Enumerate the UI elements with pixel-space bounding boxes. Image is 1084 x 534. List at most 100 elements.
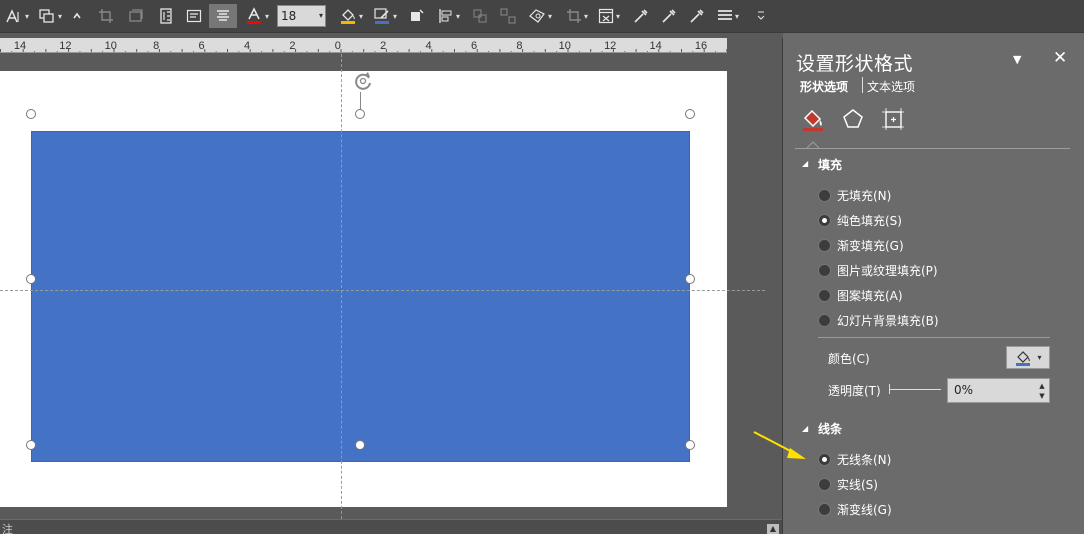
line-radio[interactable]	[818, 502, 831, 516]
fill-radio[interactable]	[818, 263, 831, 277]
fill-radio[interactable]	[818, 238, 831, 252]
transparency-slider[interactable]	[889, 389, 941, 390]
resize-handle-top-left[interactable]	[26, 109, 36, 119]
more-icon[interactable]	[754, 4, 768, 28]
fill-option[interactable]: 幻灯片背景填充(B)	[818, 312, 939, 328]
resize-handle-right[interactable]	[685, 274, 695, 284]
transparency-value: 0%	[954, 383, 974, 397]
fill-radio[interactable]	[818, 213, 831, 227]
fill-color-icon[interactable]: ▾	[336, 4, 366, 28]
collapse-icon[interactable]	[68, 4, 86, 28]
eyedropper-icon[interactable]	[630, 4, 652, 28]
vertical-guide	[341, 54, 342, 519]
ruler-label: 8	[153, 40, 159, 52]
line-radio[interactable]	[818, 477, 831, 491]
fill-color-picker[interactable]: ▾	[1006, 346, 1050, 369]
eyedropper-3-icon[interactable]	[686, 4, 708, 28]
line-option[interactable]: 渐变线(G)	[818, 501, 892, 517]
rotation-stem	[360, 92, 361, 110]
font-color-icon[interactable]: ▾	[242, 4, 272, 28]
ruler-label: 2	[289, 40, 295, 52]
ruler-label: 12	[604, 40, 616, 52]
edit-shape-icon[interactable]: ▾	[524, 4, 556, 28]
line-option[interactable]: 无线条(N)	[818, 451, 891, 467]
tab-underline	[795, 148, 1070, 149]
ruler-label: 12	[59, 40, 71, 52]
ruler-label: 14	[14, 40, 26, 52]
rotate-handle-icon[interactable]	[352, 70, 374, 92]
ruler-label: 8	[516, 40, 522, 52]
shape-effects-icon[interactable]	[406, 4, 428, 28]
align-icon[interactable]: ▾	[434, 4, 464, 28]
spin-up-icon[interactable]: ▲	[1037, 381, 1047, 391]
resize-handle-bottom[interactable]	[355, 440, 365, 450]
fill-option-label: 纯色填充(S)	[837, 213, 902, 228]
line-option-label: 渐变线(G)	[837, 502, 892, 517]
resize-handle-bottom-left[interactable]	[26, 440, 36, 450]
resize-handle-bottom-right[interactable]	[685, 440, 695, 450]
fill-option[interactable]: 图案填充(A)	[818, 287, 903, 303]
notes-label[interactable]: 注	[2, 521, 13, 534]
resize-handle-top[interactable]	[355, 109, 365, 119]
line-option-label: 实线(S)	[837, 477, 878, 492]
size-properties-icon[interactable]	[879, 105, 907, 133]
ruler-label: 6	[199, 40, 205, 52]
tab-indicator	[807, 141, 819, 149]
annotation-arrow-icon	[753, 431, 806, 459]
effects-icon[interactable]	[839, 105, 867, 133]
paint-bucket-icon	[1016, 350, 1031, 366]
text-direction-icon[interactable]: ▾	[2, 4, 32, 28]
fill-option[interactable]: 无填充(N)	[818, 187, 891, 203]
fill-radio[interactable]	[818, 313, 831, 327]
crop-icon[interactable]	[94, 4, 118, 28]
chevron-down-icon[interactable]: ▾	[319, 6, 323, 26]
color-label: 颜色(C)	[828, 352, 870, 366]
ruler-label: 16	[695, 40, 707, 52]
eyedropper-2-icon[interactable]	[658, 4, 680, 28]
textbox-icon[interactable]	[154, 4, 178, 28]
group-icon[interactable]	[468, 4, 492, 28]
rectangle-shape[interactable]	[31, 131, 690, 462]
text-box-icon[interactable]	[182, 4, 206, 28]
fill-line-icon[interactable]	[799, 105, 827, 133]
arrange-icon[interactable]: ▾	[36, 4, 64, 28]
fill-option-label: 无填充(N)	[837, 188, 892, 203]
tab-text-options[interactable]: 文本选项	[867, 78, 915, 95]
crop-shape-icon[interactable]: ▾	[562, 4, 592, 28]
ruler-label: 6	[471, 40, 477, 52]
font-size-input[interactable]: 18 ▾	[277, 5, 326, 27]
fill-option[interactable]: 纯色填充(S)	[818, 212, 902, 228]
line-section-header[interactable]: 线条	[818, 420, 842, 437]
fill-section-header[interactable]: 填充	[818, 156, 842, 173]
ungroup-icon[interactable]	[496, 4, 520, 28]
ruler-label: 2	[380, 40, 386, 52]
fill-radio[interactable]	[818, 288, 831, 302]
resize-handle-top-right[interactable]	[685, 109, 695, 119]
line-style-icon[interactable]: ▾	[712, 4, 744, 28]
ruler-ticks: 14 12 10 8 6 4 2 0 2 4 6 8 10 12 14 16	[0, 40, 727, 52]
line-option[interactable]: 实线(S)	[818, 476, 878, 492]
replace-picture-icon[interactable]	[124, 4, 148, 28]
picture-format-icon[interactable]: ▾	[594, 4, 624, 28]
line-radio[interactable]	[818, 452, 831, 466]
font-size-value: 18	[281, 9, 297, 23]
fill-option[interactable]: 渐变填充(G)	[818, 237, 904, 253]
slide-canvas[interactable]	[0, 54, 782, 519]
close-icon[interactable]: ✕	[1053, 48, 1067, 68]
fill-option-label: 图片或纹理填充(P)	[837, 263, 938, 278]
resize-handle-left[interactable]	[26, 274, 36, 284]
tab-shape-options[interactable]: 形状选项	[800, 78, 848, 95]
notes-bar: 注 ▲	[0, 519, 782, 534]
chevron-down-icon[interactable]: ▾	[1037, 353, 1041, 362]
scroll-up-icon[interactable]: ▲	[767, 524, 779, 534]
align-center-icon[interactable]	[209, 4, 237, 28]
transparency-input[interactable]: 0% ▲ ▼	[947, 378, 1050, 403]
spin-down-icon[interactable]: ▼	[1037, 391, 1047, 401]
ruler-label: 14	[649, 40, 661, 52]
fill-option[interactable]: 图片或纹理填充(P)	[818, 262, 938, 278]
fill-radio[interactable]	[818, 188, 831, 202]
collapse-fill-icon[interactable]: ◢	[802, 159, 808, 168]
outline-color-icon[interactable]: ▾	[370, 4, 400, 28]
panel-options-icon[interactable]: ▼	[1013, 53, 1021, 66]
ruler-label: 4	[426, 40, 432, 52]
